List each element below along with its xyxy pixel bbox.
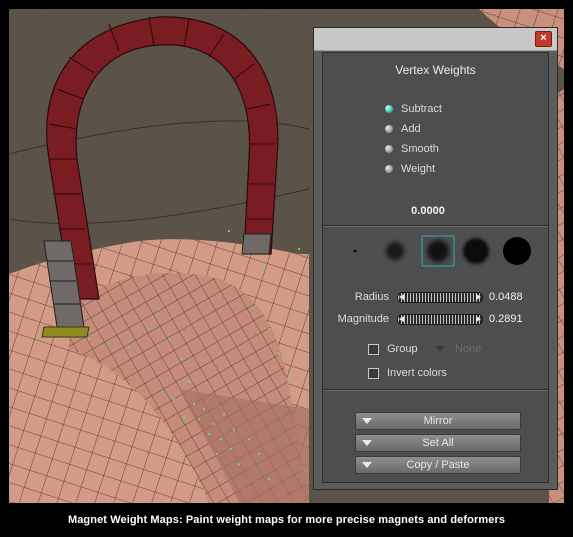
brush-large-soft-icon[interactable] <box>463 238 489 264</box>
group-checkbox-row[interactable]: Group <box>368 342 418 356</box>
mode-radio-smooth[interactable]: Smooth <box>385 141 439 157</box>
radius-label: Radius <box>354 291 389 303</box>
group-label: Group <box>387 343 418 355</box>
brush-medium-soft-icon[interactable] <box>427 240 449 262</box>
group-dropdown-value: None <box>455 343 482 355</box>
mode-radio-subtract[interactable]: Subtract <box>385 101 442 117</box>
panel-title: Vertex Weights <box>395 63 476 77</box>
radio-icon[interactable] <box>385 165 393 173</box>
chevron-down-icon <box>362 440 372 446</box>
mode-radio-weight[interactable]: Weight <box>385 161 435 177</box>
mode-label-weight: Weight <box>401 163 436 175</box>
brush-selector <box>353 235 531 267</box>
radius-slider[interactable] <box>397 292 483 303</box>
mode-label-smooth: Smooth <box>401 143 439 155</box>
magnitude-value: 0.2891 <box>489 313 523 325</box>
brush-large-hard-icon[interactable] <box>503 237 531 265</box>
magnitude-label: Magnitude <box>337 313 389 325</box>
invert-colors-label: Invert colors <box>387 367 447 379</box>
radio-icon[interactable] <box>385 145 393 153</box>
divider <box>323 389 548 391</box>
invert-colors-row[interactable]: Invert colors <box>368 366 447 380</box>
chevron-down-icon <box>435 346 445 352</box>
vertex-weights-panel: × Vertex Weights Subtract Add Smooth Wei… <box>313 27 558 490</box>
brush-small-soft-icon[interactable] <box>386 242 404 260</box>
copy-paste-button-label: Copy / Paste <box>406 459 470 471</box>
chevron-down-icon <box>362 462 372 468</box>
mode-radio-add[interactable]: Add <box>385 121 421 137</box>
radio-selected-icon[interactable] <box>385 105 393 113</box>
image-caption: Magnet Weight Maps: Paint weight maps fo… <box>67 514 506 526</box>
mode-label-add: Add <box>401 123 421 135</box>
group-dropdown[interactable]: None <box>435 343 481 355</box>
chevron-down-icon <box>362 418 372 424</box>
group-checkbox[interactable] <box>368 343 379 355</box>
set-all-button[interactable]: Set All <box>355 434 521 452</box>
mirror-button[interactable]: Mirror <box>355 412 521 430</box>
weight-value: 0.0000 <box>411 205 445 217</box>
invert-colors-checkbox[interactable] <box>368 367 379 379</box>
mirror-button-label: Mirror <box>423 415 453 427</box>
close-icon[interactable]: × <box>535 31 552 47</box>
divider <box>323 225 548 227</box>
panel-body: Vertex Weights Subtract Add Smooth Weigh… <box>322 52 549 483</box>
radius-value: 0.0488 <box>489 291 523 303</box>
copy-paste-button[interactable]: Copy / Paste <box>355 456 521 474</box>
set-all-button-label: Set All <box>422 437 454 449</box>
mode-label-subtract: Subtract <box>401 103 442 115</box>
panel-titlebar[interactable]: × <box>314 28 557 51</box>
3d-viewport[interactable]: × Vertex Weights Subtract Add Smooth Wei… <box>9 9 564 503</box>
magnitude-slider[interactable] <box>397 314 483 325</box>
radio-icon[interactable] <box>385 125 393 133</box>
brush-tiny-icon[interactable] <box>353 249 357 253</box>
